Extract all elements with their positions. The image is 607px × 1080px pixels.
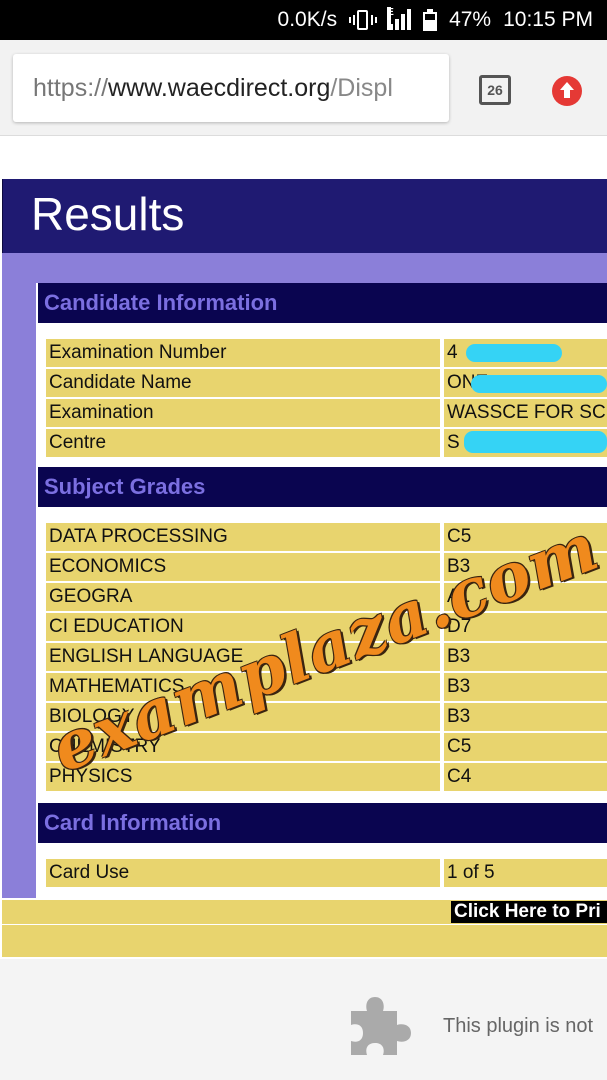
- table-row: Card Use 1 of 5: [46, 859, 607, 887]
- subject-name: DATA PROCESSING: [46, 523, 440, 551]
- plugin-message: This plugin is not: [443, 1015, 594, 1037]
- url-scheme: https://: [33, 74, 109, 102]
- row-label: Examination: [46, 399, 440, 427]
- row-label: Candidate Name: [46, 369, 440, 397]
- clock: 10:15 PM: [503, 8, 593, 31]
- row-label: Card Use: [46, 859, 440, 887]
- table-row: Candidate Name ONE: [46, 369, 607, 397]
- status-bar: 0.0K/s E 47% 10:15 PM: [0, 0, 607, 40]
- subject-grade: C4: [444, 763, 607, 791]
- network-speed: 0.0K/s: [277, 8, 338, 31]
- table-row: Examination Number 4: [46, 339, 607, 367]
- row-label: Examination Number: [46, 339, 440, 367]
- footer-bar: [2, 925, 607, 957]
- row-label: Centre: [46, 429, 440, 457]
- battery-percent: 47%: [449, 8, 492, 31]
- browser-toolbar: https://www.waecdirect.org/Displ 26: [0, 40, 607, 136]
- table-row: Examination WASSCE FOR SCH: [46, 399, 607, 427]
- redaction-mark: [471, 375, 607, 393]
- table-row: Centre S: [46, 429, 607, 457]
- subject-grades-heading: Subject Grades: [38, 467, 607, 507]
- battery-icon: [423, 9, 438, 31]
- subject-grade: B3: [444, 673, 607, 701]
- row-value: 1 of 5: [444, 859, 607, 887]
- print-bar: Click Here to Pri: [2, 900, 607, 924]
- subject-grade: B3: [444, 643, 607, 671]
- status-right: 0.0K/s E 47% 10:15 PM: [278, 0, 593, 40]
- update-icon[interactable]: [552, 76, 582, 106]
- plugin-placeholder: This plugin is not: [0, 959, 607, 1080]
- url-host: www.waecdirect.org: [108, 74, 331, 102]
- redaction-mark: [464, 431, 607, 453]
- subject-name: ECONOMICS: [46, 553, 440, 581]
- candidate-info-heading: Candidate Information: [38, 283, 607, 323]
- puzzle-icon: [351, 997, 411, 1055]
- redaction-mark: [466, 344, 562, 362]
- signal-icon: E: [387, 7, 412, 31]
- url-bar[interactable]: https://www.waecdirect.org/Displ: [13, 54, 449, 122]
- page-title: Results: [31, 188, 185, 240]
- tab-switcher-icon[interactable]: 26: [479, 75, 511, 105]
- url-path: /Displ: [330, 74, 393, 102]
- print-link[interactable]: Click Here to Pri: [451, 901, 607, 923]
- row-value: WASSCE FOR SCH: [444, 399, 607, 427]
- vibrate-icon: [349, 9, 378, 31]
- table-row: PHYSICS C4: [46, 763, 607, 791]
- results-header: Results: [2, 179, 607, 253]
- subject-grade: B3: [444, 703, 607, 731]
- card-info-heading: Card Information: [38, 803, 607, 843]
- subject-grade: C5: [444, 733, 607, 761]
